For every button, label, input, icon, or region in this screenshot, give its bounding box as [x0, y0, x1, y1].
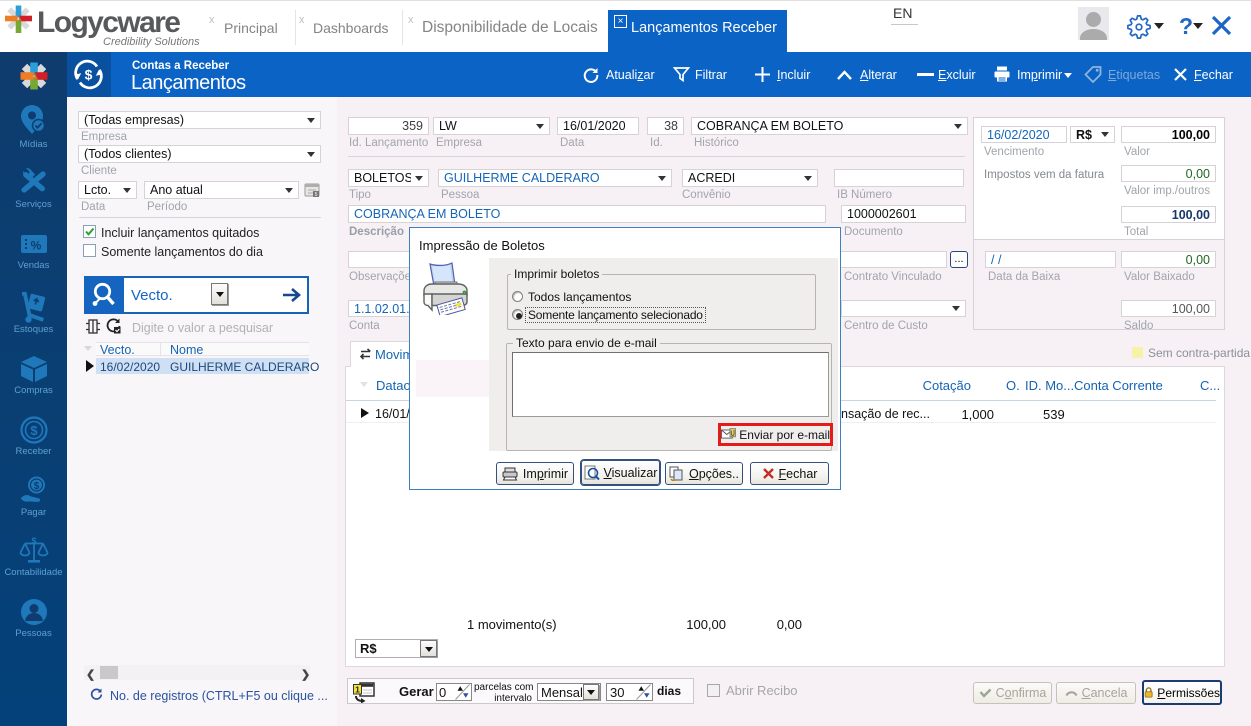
svg-text:$: $ [30, 423, 38, 438]
svg-text:%: % [31, 239, 42, 253]
svg-text:5: 5 [315, 192, 318, 198]
svg-text:1: 1 [355, 684, 360, 694]
svg-text:$: $ [31, 537, 36, 546]
svg-text:$: $ [85, 67, 93, 83]
svg-text:$: $ [34, 481, 40, 492]
